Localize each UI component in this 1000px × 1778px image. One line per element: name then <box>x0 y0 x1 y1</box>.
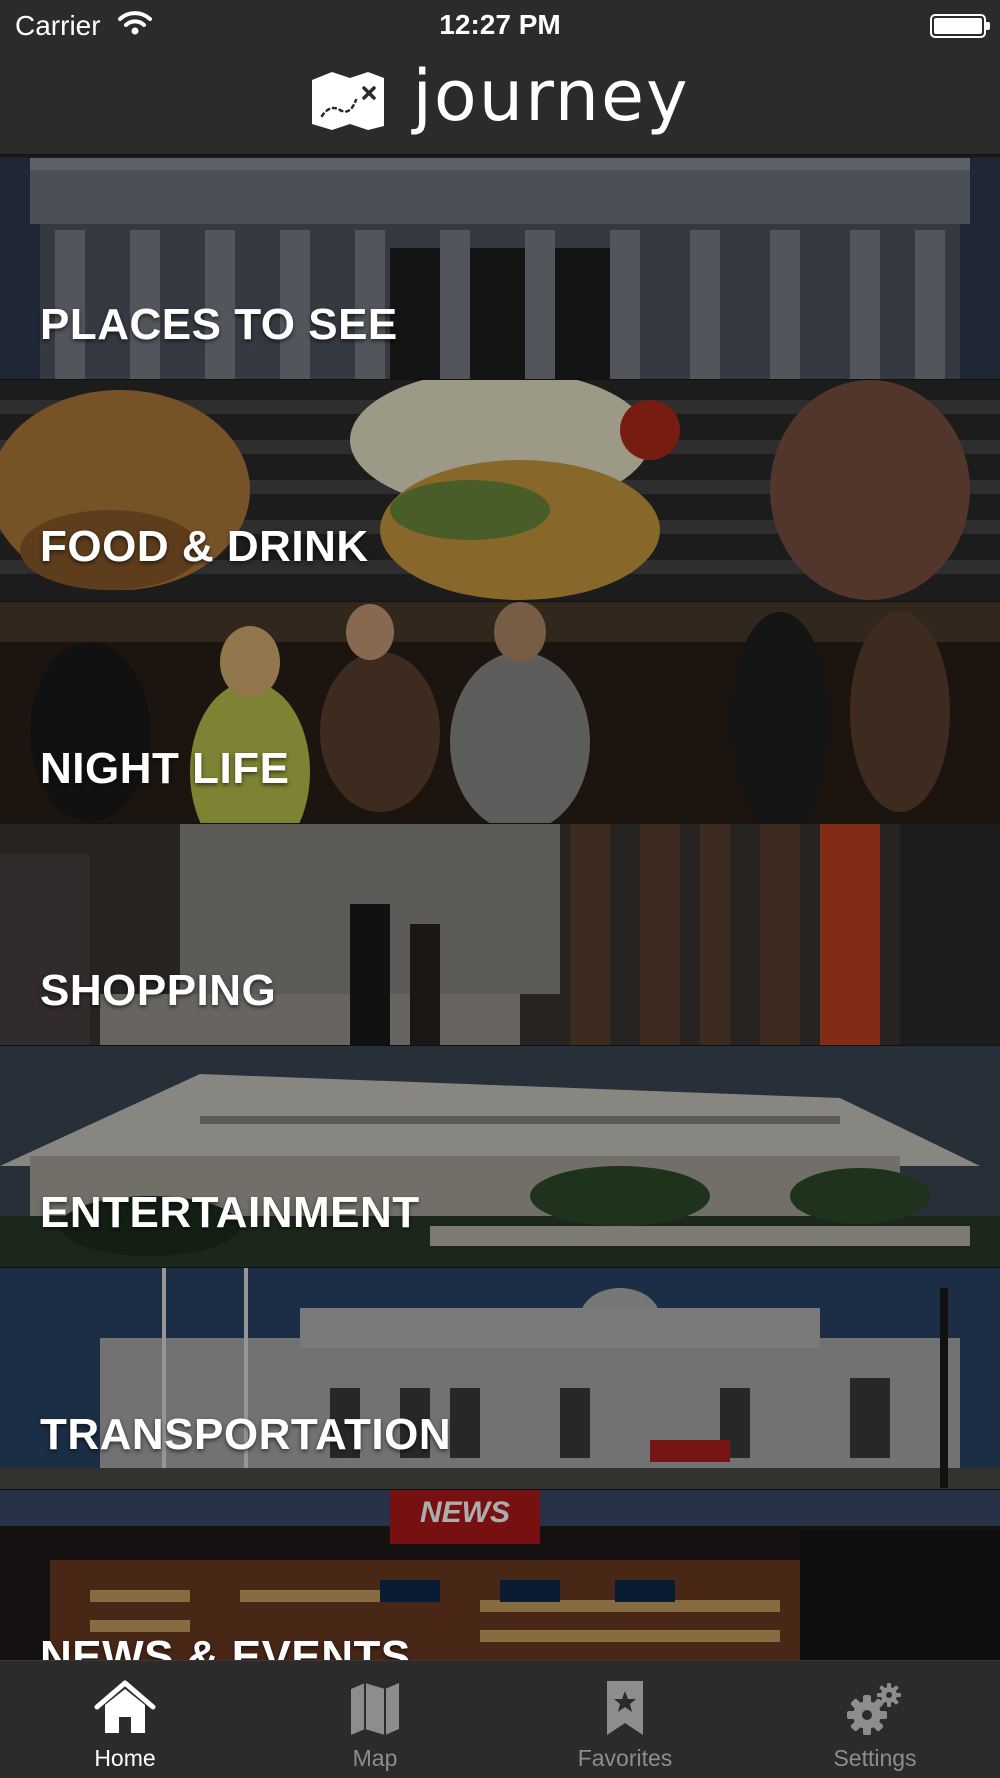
status-time: 12:27 PM <box>439 9 561 40</box>
category-shopping[interactable]: SHOPPING <box>0 824 1000 1046</box>
category-news-events[interactable]: NEWS NEWS & EVENTS <box>0 1490 1000 1660</box>
category-label: NEWS & EVENTS <box>40 1632 411 1660</box>
treasure-map-icon <box>312 72 385 130</box>
gears-icon <box>847 1683 901 1735</box>
category-list[interactable]: PLACES TO SEE FOOD & DRINK NIGHT LIFE SH… <box>0 158 1000 1660</box>
navigation-header: Carrier 12:27 PM journey <box>0 0 1000 156</box>
tab-home[interactable]: Home <box>0 1661 250 1778</box>
map-icon <box>351 1683 399 1735</box>
app-brand: journey <box>0 55 1000 140</box>
category-places-to-see[interactable]: PLACES TO SEE <box>0 158 1000 380</box>
tab-favorites[interactable]: Favorites <box>500 1661 750 1778</box>
category-food-drink[interactable]: FOOD & DRINK <box>0 380 1000 602</box>
category-label: FOOD & DRINK <box>40 522 369 571</box>
category-transportation[interactable]: TRANSPORTATION <box>0 1268 1000 1490</box>
tab-label: Favorites <box>577 1745 673 1771</box>
battery-icon <box>930 14 990 38</box>
tab-bar: Home Map Favorites Settings <box>0 1660 1000 1778</box>
category-night-life[interactable]: NIGHT LIFE <box>0 602 1000 824</box>
tab-label: Map <box>352 1745 398 1771</box>
bookmark-star-icon <box>607 1681 643 1735</box>
category-label: NIGHT LIFE <box>40 744 290 793</box>
tab-map[interactable]: Map <box>250 1661 500 1778</box>
app-title: journey <box>412 55 690 137</box>
home-icon <box>94 1680 156 1733</box>
category-entertainment[interactable]: ENTERTAINMENT <box>0 1046 1000 1268</box>
status-bar: Carrier 12:27 PM <box>0 0 1000 52</box>
category-label: SHOPPING <box>40 966 277 1015</box>
category-label: TRANSPORTATION <box>40 1410 452 1459</box>
category-label: PLACES TO SEE <box>40 300 398 349</box>
category-label: ENTERTAINMENT <box>40 1188 420 1237</box>
tab-label: Settings <box>833 1745 917 1771</box>
tab-label: Home <box>94 1745 156 1771</box>
tab-settings[interactable]: Settings <box>750 1661 1000 1778</box>
